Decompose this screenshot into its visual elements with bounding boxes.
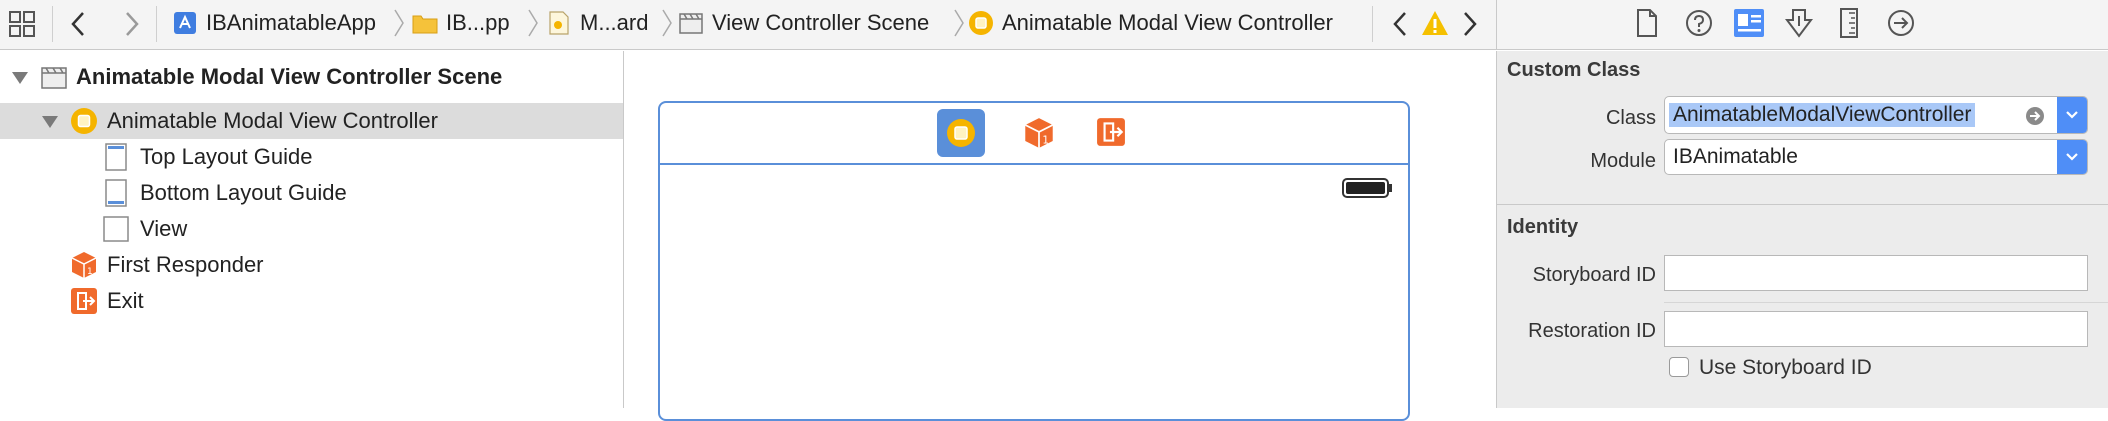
view-icon [103, 216, 129, 242]
svg-text:1: 1 [87, 267, 93, 277]
layout-guide-icon [105, 143, 127, 171]
chevron-down-icon [2066, 111, 2078, 119]
storyboard-canvas[interactable]: 1 [625, 51, 1495, 421]
scene-icon [679, 13, 703, 34]
view-controller-icon [947, 119, 975, 147]
storyboard-id-label: Storyboard ID [1532, 264, 1656, 286]
outline-item-bottom-layout-guide[interactable]: Bottom Layout Guide [0, 175, 623, 211]
file-inspector-icon[interactable] [1635, 8, 1659, 38]
xcode-project-icon [174, 12, 196, 34]
size-inspector-icon[interactable] [1839, 8, 1859, 38]
breadcrumb-label: Animatable Modal View Controller [1002, 10, 1333, 35]
quick-help-icon[interactable] [1685, 9, 1713, 37]
outline-item-exit[interactable]: Exit [0, 283, 623, 319]
related-items-icon[interactable] [8, 10, 36, 38]
use-storyboard-id-checkbox[interactable] [1669, 357, 1689, 377]
storyboard-file-icon [549, 11, 569, 35]
breadcrumb-scene[interactable]: View Controller Scene [678, 0, 929, 46]
class-dropdown-button[interactable] [2057, 97, 2087, 133]
breadcrumb-separator-icon [528, 9, 538, 37]
class-label: Class [1605, 107, 1656, 129]
outline-item-label: Exit [107, 288, 144, 313]
previous-issue-icon[interactable] [1390, 10, 1410, 38]
back-arrow-icon[interactable] [68, 10, 88, 38]
outline-item-view[interactable]: View [0, 211, 623, 247]
breadcrumb-separator-icon [662, 9, 672, 37]
restoration-id-label: Restoration ID [1528, 320, 1656, 342]
inspector-selector-bar [1496, 0, 2108, 50]
folder-icon [412, 15, 438, 34]
module-value[interactable]: IBAnimatable [1673, 145, 1798, 169]
layout-guide-icon [105, 179, 127, 207]
attributes-inspector-icon[interactable] [1785, 8, 1813, 38]
outline-scene-label: Animatable Modal View Controller Scene [76, 64, 503, 89]
chevron-down-icon [2066, 153, 2078, 161]
breadcrumb-project[interactable]: IBAnimatableApp [172, 0, 376, 46]
breadcrumb-label: M...ard [580, 10, 649, 35]
view-controller-frame[interactable]: 1 [658, 101, 1410, 421]
outline-item-label: Top Layout Guide [140, 144, 313, 169]
module-combo-box[interactable]: IBAnimatable [1664, 139, 2088, 175]
scene-dock: 1 [660, 103, 1408, 165]
breadcrumb-separator-icon [954, 9, 964, 37]
outline-item-label: Bottom Layout Guide [140, 180, 347, 205]
class-value[interactable]: AnimatableModalViewController [1669, 103, 1976, 127]
section-title-identity: Identity [1507, 216, 1579, 238]
outline-item-first-responder[interactable]: 1 First Responder [0, 247, 623, 283]
first-responder-icon[interactable]: 1 [1023, 117, 1055, 149]
breadcrumb-label: IBAnimatableApp [206, 10, 376, 35]
connections-inspector-icon[interactable] [1887, 9, 1915, 37]
warning-icon[interactable] [1420, 8, 1450, 38]
outline-item-label: View [140, 216, 188, 241]
svg-text:1: 1 [1042, 134, 1049, 146]
disclosure-triangle-icon[interactable] [12, 72, 28, 84]
breadcrumb-group[interactable]: IB...pp [412, 0, 510, 46]
go-to-class-arrow-icon[interactable] [2025, 106, 2045, 126]
class-combo-box[interactable]: AnimatableModalViewController [1664, 96, 2088, 134]
battery-icon [1342, 178, 1392, 198]
dock-view-controller-button[interactable] [937, 109, 985, 157]
breadcrumb-separator-icon [394, 9, 404, 37]
outline-item-label: First Responder [107, 252, 264, 277]
outline-scene-row[interactable]: Animatable Modal View Controller Scene [0, 59, 623, 95]
disclosure-triangle-icon[interactable] [42, 116, 58, 128]
identity-inspector-icon[interactable] [1733, 8, 1765, 38]
breadcrumb-label: View Controller Scene [712, 10, 930, 35]
jump-bar: IBAnimatableApp IB...pp M...ard View Con… [0, 0, 1496, 50]
module-dropdown-button[interactable] [2057, 140, 2087, 174]
use-storyboard-id-label: Use Storyboard ID [1699, 356, 1872, 379]
breadcrumb-view-controller[interactable]: Animatable Modal View Controller [968, 0, 1333, 46]
breadcrumb-storyboard[interactable]: M...ard [546, 0, 648, 46]
section-title-custom-class: Custom Class [1507, 59, 1641, 81]
scene-icon [41, 67, 67, 89]
storyboard-id-field[interactable] [1664, 255, 2088, 291]
breadcrumb-label: IB...pp [446, 10, 510, 35]
exit-icon [71, 288, 97, 314]
restoration-id-field[interactable] [1664, 311, 2088, 347]
forward-arrow-icon[interactable] [122, 10, 142, 38]
document-outline: Animatable Modal View Controller Scene A… [0, 51, 624, 408]
module-label: Module [1590, 150, 1656, 172]
next-issue-icon[interactable] [1460, 10, 1480, 38]
view-controller-icon [71, 108, 97, 134]
view-controller-icon [969, 11, 993, 35]
first-responder-icon: 1 [71, 252, 97, 278]
outline-item-top-layout-guide[interactable]: Top Layout Guide [0, 139, 623, 175]
outline-item-view-controller[interactable]: Animatable Modal View Controller [0, 103, 623, 139]
outline-item-label: Animatable Modal View Controller [107, 108, 438, 133]
identity-inspector: Custom Class Class AnimatableModalViewCo… [1496, 51, 2108, 408]
exit-icon[interactable] [1096, 117, 1126, 147]
